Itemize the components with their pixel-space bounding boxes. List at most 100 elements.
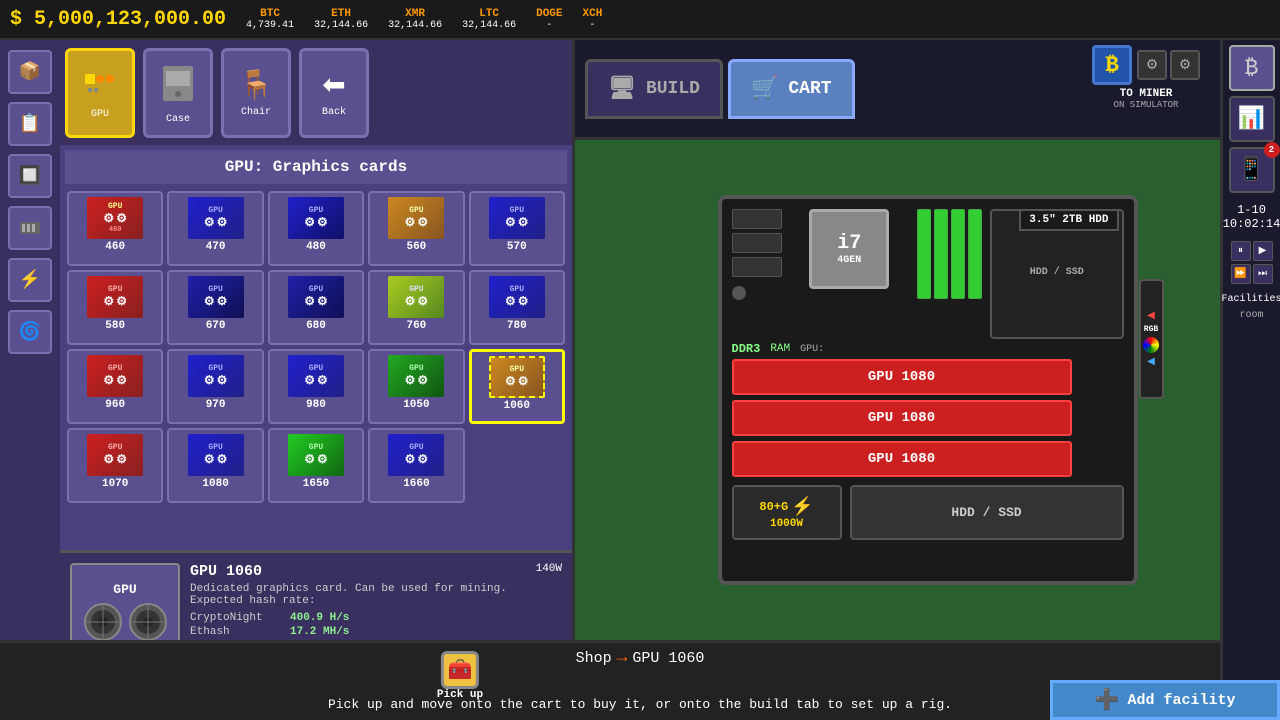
pc-case: 3.5" 2TB HDD (718, 195, 1138, 585)
ram-slot-1 (917, 209, 931, 299)
gpu-card-460[interactable]: GPU ⚙⚙ 460 460 (67, 191, 163, 266)
gpu-grid: GPU ⚙⚙ 460 460 GPU (65, 189, 567, 505)
hdd-label: HDD / SSD (1030, 267, 1084, 278)
hash-row-cryptonight: CryptoNight 400.9 H/s (190, 612, 562, 624)
gpu-card-980[interactable]: GPU ⚙⚙ 980 (268, 349, 364, 424)
crypto-doge: DOGE - (536, 8, 562, 31)
gpu-bar-2: GPU 1080 (732, 400, 1072, 436)
slot-2 (732, 233, 782, 253)
gpu-power: 140W (536, 563, 562, 575)
gpu-section: GPU: Graphics cards GPU ⚙⚙ 460 460 (60, 145, 572, 550)
nav-cube-icon[interactable]: 📦 (8, 50, 52, 94)
rgb-wheel (1143, 337, 1159, 353)
side-phone-icon[interactable]: 📱 2 (1229, 147, 1275, 193)
gpu-card-580[interactable]: GPU ⚙⚙ 580 (67, 270, 163, 345)
chair-tab-label: Chair (241, 107, 271, 118)
gpu-bars: GPU 1080 GPU 1080 GPU 1080 (732, 359, 1124, 477)
psu-area: 80+G ⚡ 1000W HDD / SSD (732, 485, 1124, 540)
gpu-card-570[interactable]: GPU ⚙⚙ 570 (469, 191, 565, 266)
gpu-tab-label: GPU (91, 109, 109, 120)
crypto-xch: XCH - (583, 8, 603, 31)
logo-b-icon: ₿ (1092, 45, 1132, 85)
facilities-label: Facilities (1222, 294, 1280, 305)
tab-gpu[interactable]: GPU (65, 48, 135, 138)
play-button[interactable]: ▶ (1253, 241, 1273, 261)
pause-button[interactable]: ⏸ (1231, 241, 1251, 261)
speed-controls: ⏸ ▶ ⏩ ⏭ (1231, 241, 1273, 284)
notification-badge: 2 (1264, 142, 1280, 158)
balance-display: $ 5,000,123,000.00 (10, 8, 226, 31)
gpu-card-960[interactable]: GPU ⚙⚙ 960 (67, 349, 163, 424)
pc-left-slots (732, 209, 782, 339)
hdd-top-label: 3.5" 2TB HDD (1019, 209, 1118, 231)
gpu-card-1070[interactable]: GPU ⚙⚙ 1070 (67, 428, 163, 503)
hash-row-ethash: Ethash 17.2 MH/s (190, 626, 562, 638)
gpu-slot-label: GPU: (800, 344, 824, 355)
gpu-bar-3: GPU 1080 (732, 441, 1072, 477)
add-facility-button[interactable]: ➕ Add facility (1050, 680, 1280, 720)
back-tab-icon: ⬅ (322, 68, 345, 103)
crypto-btc: BTC 4,739.41 (246, 8, 294, 31)
gpu-bar-1: GPU 1080 (732, 359, 1072, 395)
gpu-card-560[interactable]: GPU ⚙⚙ 560 (368, 191, 464, 266)
tab-cart[interactable]: 🛒 CART (728, 59, 855, 119)
case-tab-icon (158, 61, 198, 110)
ddr-row: DDR3 RAM GPU: (732, 342, 1124, 356)
cpu-chip: i7 4GEN (809, 209, 889, 289)
gpu-name: GPU 1060 (190, 563, 562, 580)
logo-text: TO MINER (1120, 88, 1173, 100)
gpu-card-670[interactable]: GPU ⚙⚙ 670 (167, 270, 263, 345)
fast-forward-button[interactable]: ⏩ (1231, 264, 1251, 284)
gpu-card-760[interactable]: GPU ⚙⚙ 760 (368, 270, 464, 345)
gpu-card-470[interactable]: GPU ⚙⚙ 470 (167, 191, 263, 266)
nav-chip-icon[interactable]: 🔲 (8, 154, 52, 198)
gpu-card-780[interactable]: GPU ⚙⚙ 780 (469, 270, 565, 345)
ram-slot-3 (951, 209, 965, 299)
chair-tab-icon: 🪑 (239, 68, 274, 103)
gpu-card-1650[interactable]: GPU ⚙⚙ 1650 (268, 428, 364, 503)
tab-back[interactable]: ⬅ Back (299, 48, 369, 138)
logo-icon-2: ⚙ (1170, 50, 1200, 80)
nav-power-icon[interactable]: ⚡ (8, 258, 52, 302)
gpu-card-1080[interactable]: GPU ⚙⚙ 1080 (167, 428, 263, 503)
ram-label: RAM (770, 343, 790, 355)
gpu-card-970[interactable]: GPU ⚙⚙ 970 (167, 349, 263, 424)
build-cart-area: 3.5" 2TB HDD (575, 140, 1280, 720)
time-display: 1-10 10:02:14 (1223, 203, 1280, 231)
section-title: GPU: Graphics cards (65, 150, 567, 184)
pc-center: i7 4GEN (790, 209, 910, 339)
nav-fan-icon[interactable]: 🌀 (8, 310, 52, 354)
tab-case[interactable]: Case (143, 48, 213, 138)
build-label: BUILD (646, 79, 700, 99)
slot-3 (732, 257, 782, 277)
room-label: room (1239, 310, 1263, 321)
tab-chair[interactable]: 🪑 Chair (221, 48, 291, 138)
hdd2-area: HDD / SSD (850, 485, 1124, 540)
right-panel: 🖥 BUILD 🛒 CART ✕ ₿ ⚙ ⚙ TO MINER ON SIMUL… (575, 40, 1280, 720)
breadcrumb-arrow: → (617, 648, 628, 668)
pickup-instruction: Pick up and move onto the cart to buy it… (328, 697, 952, 712)
faster-button[interactable]: ⏭ (1253, 264, 1273, 284)
speed-row-1: ⏸ ▶ (1231, 241, 1273, 261)
ram-slots (917, 209, 982, 339)
tab-build[interactable]: 🖥 BUILD (585, 59, 723, 119)
side-chart-icon[interactable]: 📊 (1229, 140, 1275, 142)
gpu-card-680[interactable]: GPU ⚙⚙ 680 (268, 270, 364, 345)
category-tabs: GPU Case 🪑 Chair ⬅ Back (60, 40, 572, 145)
logo-area: ₿ ⚙ ⚙ TO MINER ON SIMULATOR (1092, 45, 1200, 110)
gpu-card-1660[interactable]: GPU ⚙⚙ 1660 (368, 428, 464, 503)
cart-label: CART (788, 79, 831, 99)
back-tab-label: Back (322, 107, 346, 118)
logo-icon-1: ⚙ (1137, 50, 1167, 80)
nav-ram-icon[interactable] (8, 206, 52, 250)
gpu-card-480[interactable]: GPU ⚙⚙ 480 (268, 191, 364, 266)
topbar: $ 5,000,123,000.00 BTC 4,739.41 ETH 32,1… (0, 0, 1280, 40)
ram-slot-2 (934, 209, 948, 299)
add-facility-label: Add facility (1127, 692, 1235, 709)
gpu-card-1060[interactable]: GPU ⚙⚙ 1060 (469, 349, 565, 424)
nav-list-icon[interactable]: 📋 (8, 102, 52, 146)
gpu-card-1050[interactable]: GPU ⚙⚙ 1050 (368, 349, 464, 424)
cart-icon: 🛒 (751, 76, 778, 102)
pickup-area[interactable]: 🧰 Pick up (437, 651, 483, 701)
breadcrumb-item: GPU 1060 (632, 650, 704, 667)
